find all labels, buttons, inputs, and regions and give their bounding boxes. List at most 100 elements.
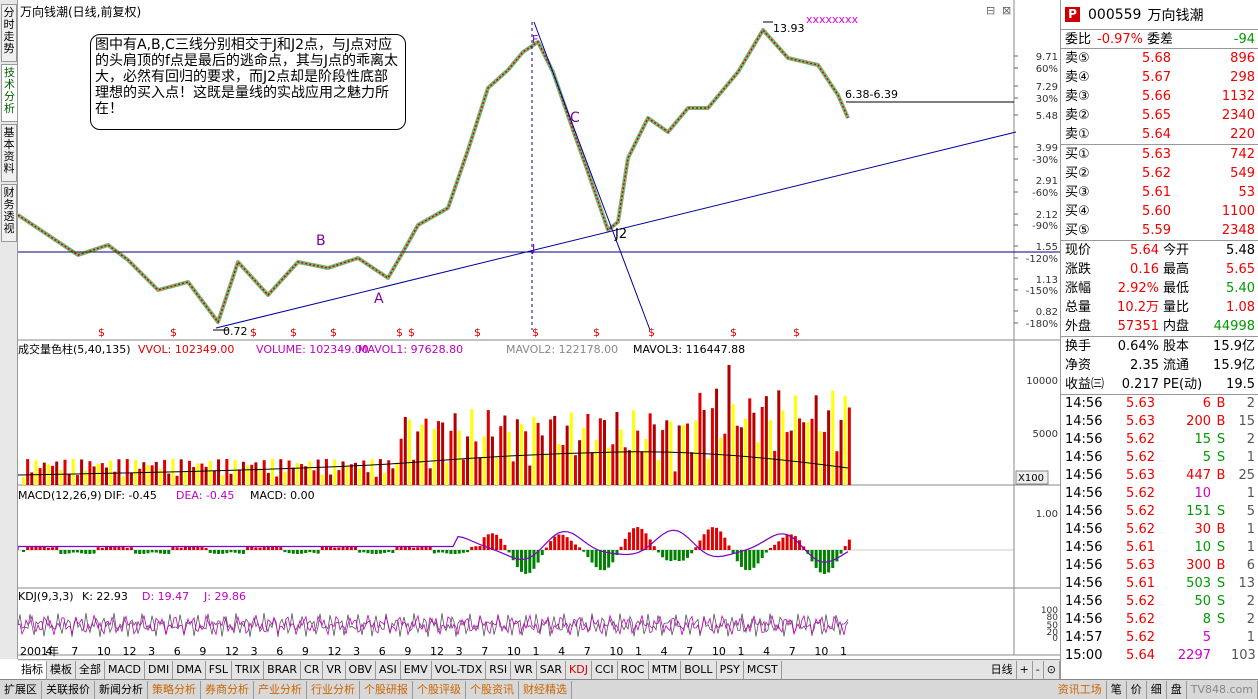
indicator-tab-vol-tdx[interactable]: VOL-TDX xyxy=(432,660,487,679)
kdj-d: D: 19.47 xyxy=(142,590,189,603)
status-info-6[interactable]: 个股资讯 xyxy=(466,680,519,699)
status-info-3[interactable]: 行业分析 xyxy=(307,680,360,699)
macd-bar xyxy=(586,550,590,558)
tick-time: 14:56 xyxy=(1065,612,1103,627)
macd-bar xyxy=(524,550,528,574)
restore-icon[interactable]: ⊟ xyxy=(986,4,995,17)
ask-price: 5.65 xyxy=(1142,108,1171,123)
indicator-tab-macd[interactable]: MACD xyxy=(105,660,145,679)
indicator-tab-vr[interactable]: VR xyxy=(323,660,346,679)
tick-count: 1 xyxy=(1246,486,1255,501)
zoom-button[interactable]: + xyxy=(1017,660,1033,679)
tick-time: 14:57 xyxy=(1065,630,1103,645)
x-axis-tick: 1 xyxy=(533,645,540,658)
status-right-0[interactable]: 资讯工场 xyxy=(1054,680,1107,699)
chart-area[interactable]: 9.71 60% 7.29 30% 5.48 3.99 -30% 2.91 -60% 2.12 -9… xyxy=(18,0,1060,659)
tick-count: 2 xyxy=(1246,612,1255,627)
status-info-7[interactable]: 财经精选 xyxy=(519,680,572,699)
watermark: TV848.com xyxy=(1187,680,1258,699)
indicator-tab-模板[interactable]: 模板 xyxy=(47,660,76,679)
macd-bar xyxy=(337,547,341,550)
x-axis-tick: 9 xyxy=(302,645,309,658)
indicator-tab-wr[interactable]: WR xyxy=(511,660,537,679)
indicator-tab-obv[interactable]: OBV xyxy=(346,660,376,679)
price-axis-label: -30% xyxy=(1032,155,1058,166)
status-left-1[interactable]: 关联报价 xyxy=(42,680,95,699)
indicator-tab-指标[interactable]: 指标 xyxy=(18,660,47,679)
volume-bar xyxy=(748,398,752,485)
tick-price: 5.61 xyxy=(1126,540,1155,555)
volume-bar xyxy=(839,419,843,485)
status-right-1[interactable]: 笔 xyxy=(1107,680,1127,699)
macd-bar xyxy=(611,550,615,563)
macd-bar xyxy=(229,550,233,553)
volume-bar xyxy=(744,418,748,485)
indicator-tab-brar[interactable]: BRAR xyxy=(264,660,302,679)
ask-row: 卖③ 5.66 1132 xyxy=(1061,87,1258,106)
status-info-5[interactable]: 个股评级 xyxy=(413,680,466,699)
status-right-3[interactable]: 细 xyxy=(1147,680,1167,699)
kdj-axis-label: 0 xyxy=(1052,634,1058,644)
tab-financials[interactable]: 财务透视 xyxy=(1,184,17,242)
indicator-tab-kdj[interactable]: KDJ xyxy=(566,660,592,679)
status-left-2[interactable]: 新闻分析 xyxy=(95,680,148,699)
macd-bar xyxy=(134,550,138,554)
macd-bar xyxy=(478,546,482,550)
status-right-4[interactable]: 盘 xyxy=(1167,680,1187,699)
tick-volume: 10 xyxy=(1194,486,1211,501)
period-label[interactable]: 日线 xyxy=(988,660,1017,679)
indicator-tab-cr[interactable]: CR xyxy=(301,660,324,679)
tick-row: 14:56 5.62 5 S 1 xyxy=(1061,449,1258,467)
indicator-tab-mcst[interactable]: MCST xyxy=(744,660,782,679)
tick-time: 14:56 xyxy=(1065,504,1103,519)
volume-bar xyxy=(652,424,656,485)
tick-volume: 50 xyxy=(1194,594,1211,609)
indicator-tab-dma[interactable]: DMA xyxy=(173,660,206,679)
low-price-label: 0.72 xyxy=(223,325,248,338)
x-axis-tick: 12 xyxy=(225,645,239,658)
indicator-tab-trix[interactable]: TRIX xyxy=(232,660,265,679)
volume-bar xyxy=(486,410,490,485)
price-axis-label: 7.29 xyxy=(1036,82,1058,93)
x-axis-tick: 4 xyxy=(763,645,770,658)
macd-bar xyxy=(67,550,71,554)
indicator-tab-mtm[interactable]: MTM xyxy=(649,660,682,679)
macd-bar xyxy=(582,550,586,552)
period-controls: 日线 + - ⊙ xyxy=(988,660,1060,679)
volume-bar xyxy=(756,442,760,485)
indicator-tab-cci[interactable]: CCI xyxy=(592,660,618,679)
indicator-tab-emv[interactable]: EMV xyxy=(401,660,432,679)
indicator-tab-psy[interactable]: PSY xyxy=(717,660,744,679)
status-info-0[interactable]: 策略分析 xyxy=(148,680,201,699)
volume-bar xyxy=(233,459,237,485)
volume-bar xyxy=(100,463,104,485)
indicator-tab-全部[interactable]: 全部 xyxy=(76,660,105,679)
indicator-tab-sar[interactable]: SAR xyxy=(537,660,567,679)
macd-bar xyxy=(237,550,241,554)
tick-side: S xyxy=(1216,504,1226,519)
volume-bar xyxy=(528,465,532,485)
indicator-tab-rsi[interactable]: RSI xyxy=(486,660,512,679)
status-right-2[interactable]: 价 xyxy=(1127,680,1147,699)
tab-technical[interactable]: 技术分析 xyxy=(1,64,17,122)
indicator-tab-asi[interactable]: ASI xyxy=(376,660,401,679)
status-info-4[interactable]: 个股研报 xyxy=(360,680,413,699)
indicator-tab-fsl[interactable]: FSL xyxy=(206,660,232,679)
status-left-0[interactable]: 扩展区 xyxy=(0,680,42,699)
close-icon[interactable]: ⊠ xyxy=(1002,4,1011,17)
zoom-button[interactable]: - xyxy=(1033,660,1044,679)
status-info-1[interactable]: 券商分析 xyxy=(201,680,254,699)
indicator-tab-boll[interactable]: BOLL xyxy=(681,660,717,679)
tick-volume: 30 xyxy=(1194,522,1211,537)
stat-value: 0.16 xyxy=(1130,262,1159,277)
indicator-tab-roc[interactable]: ROC xyxy=(618,660,649,679)
indicator-tab-dmi[interactable]: DMI xyxy=(145,660,174,679)
volume-bar xyxy=(781,410,785,485)
macd-bar xyxy=(387,550,391,553)
tab-fundamentals[interactable]: 基本资料 xyxy=(1,124,17,182)
macd-bar xyxy=(706,529,710,550)
status-info-2[interactable]: 产业分析 xyxy=(254,680,307,699)
x-axis-tick: 9 xyxy=(404,645,411,658)
tab-timeshare[interactable]: 分时走势 xyxy=(1,4,17,62)
zoom-button[interactable]: ⊙ xyxy=(1044,660,1060,679)
